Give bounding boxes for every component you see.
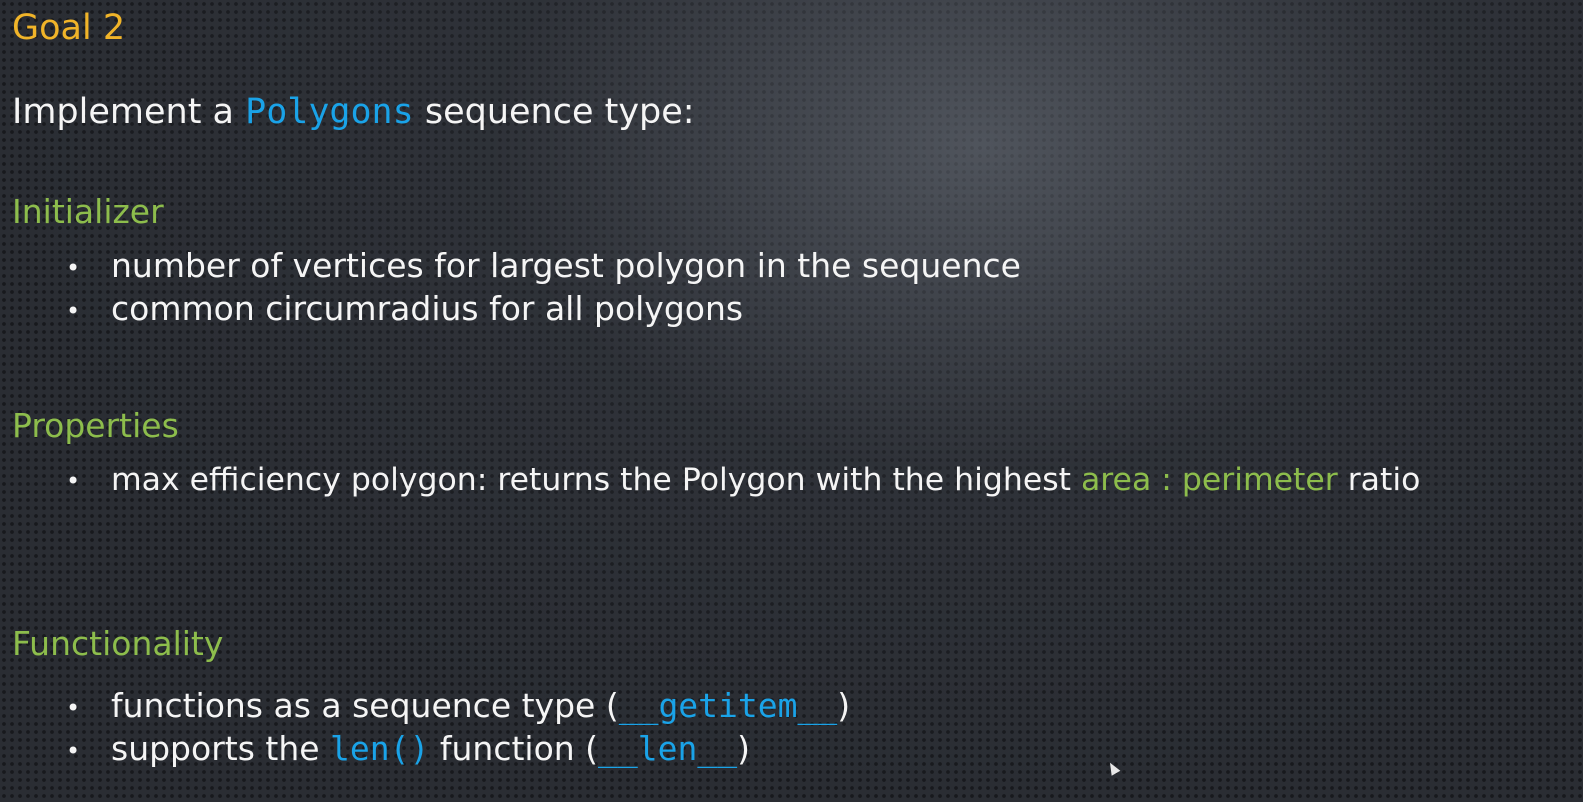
bullet-text-prefix: functions as a sequence type ( <box>111 686 619 725</box>
functionality-bullet-1: • functions as a sequence type (__getitem… <box>66 686 850 725</box>
area-perimeter-highlight: area : perimeter <box>1081 462 1338 498</box>
getitem-code: __getitem__ <box>618 686 838 725</box>
functionality-bullet-2: • supports the len() function (__len__) <box>66 729 750 768</box>
bullet-icon: • <box>66 693 81 722</box>
len-dunder-code: __len__ <box>598 729 738 768</box>
bullet-icon: • <box>66 467 81 495</box>
bullet-icon: • <box>66 253 81 282</box>
slide-title: Goal 2 <box>12 8 126 48</box>
bullet-text-prefix: max efficiency polygon: returns the Poly… <box>111 462 1081 498</box>
bullet-text-middle: function ( <box>429 729 599 768</box>
properties-bullet-1: • max efficiency polygon: returns the Pol… <box>66 462 1420 498</box>
section-heading-properties: Properties <box>12 406 179 445</box>
polygons-code: Polygons <box>245 92 414 132</box>
bullet-icon: • <box>66 296 81 325</box>
bullet-text-suffix: ) <box>837 686 851 725</box>
section-heading-functionality: Functionality <box>12 624 224 663</box>
intro-suffix: sequence type: <box>413 92 695 132</box>
bullet-text-prefix: supports the <box>111 729 331 768</box>
bullet-text-suffix: ratio <box>1337 462 1421 498</box>
intro-line: Implement a Polygons sequence type: <box>12 92 695 132</box>
section-heading-initializer: Initializer <box>12 192 164 231</box>
mouse-cursor-icon <box>1105 760 1121 776</box>
initializer-bullet-1: • number of vertices for largest polygon … <box>66 246 1021 285</box>
initializer-bullet-2: • common circumradius for all polygons <box>66 289 743 328</box>
intro-prefix: Implement a <box>12 92 246 132</box>
bullet-text: number of vertices for largest polygon i… <box>111 246 1021 285</box>
bullet-text: common circumradius for all polygons <box>111 289 744 328</box>
bullet-icon: • <box>66 736 81 765</box>
len-function-code: len() <box>330 729 430 768</box>
bullet-text-suffix: ) <box>737 729 750 768</box>
